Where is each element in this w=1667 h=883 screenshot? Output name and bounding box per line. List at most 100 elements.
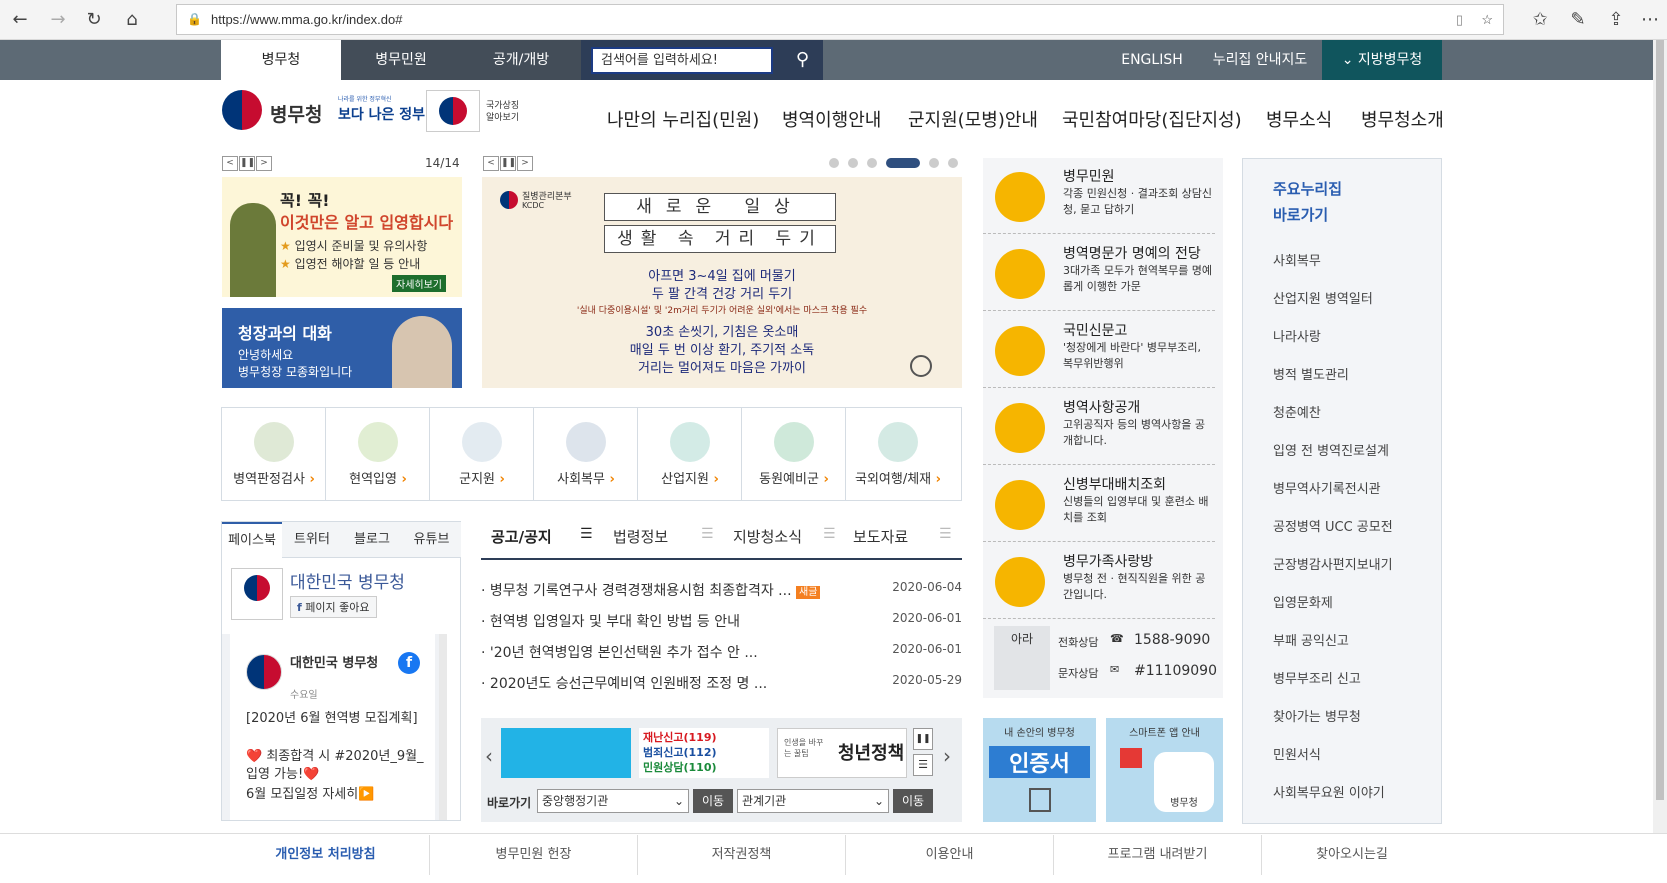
sitemap-link[interactable]: 누리집 안내지도 xyxy=(1200,40,1320,80)
tab-facebook[interactable]: 페이스북 xyxy=(222,522,282,558)
enlistment-banner[interactable]: 꼭! 꼭! 이것만은 알고 입영합시다 ★ 입영시 준비물 및 유의사항 ★ 입… xyxy=(222,177,462,297)
center-prev-icon[interactable]: < xyxy=(483,156,499,171)
favorites-icon[interactable]: ✩ xyxy=(1528,8,1552,32)
tab-youtube[interactable]: 유튜브 xyxy=(402,522,461,558)
zone-prev-icon[interactable]: ‹ xyxy=(485,744,493,768)
quick-link-item[interactable]: 청춘예찬 xyxy=(1273,402,1321,421)
nav-news[interactable]: 병무소식 xyxy=(1266,106,1332,132)
go-button-1[interactable]: 이동 xyxy=(693,789,733,813)
zone-next-icon[interactable]: › xyxy=(943,744,951,768)
post-author[interactable]: 대한민국 병무청 xyxy=(290,652,378,671)
post-scrollbar[interactable] xyxy=(439,634,447,820)
footer-usage[interactable]: 이용안내 xyxy=(846,835,1054,875)
tab-twitter[interactable]: 트위터 xyxy=(282,522,342,558)
footer-privacy[interactable]: 개인정보 처리방침 xyxy=(222,835,430,875)
mini-banner-1[interactable] xyxy=(501,728,631,778)
favorite-star-icon[interactable]: ☆ xyxy=(1481,5,1493,34)
search-input[interactable]: 검색어를 입력하세요! xyxy=(591,47,773,74)
center-next-icon[interactable]: > xyxy=(517,156,533,171)
quick-link-item[interactable]: 산업지원 병역일터 xyxy=(1273,288,1373,307)
nav-service-guide[interactable]: 병역이행안내 xyxy=(782,106,881,132)
quick-link-item[interactable]: 민원서식 xyxy=(1273,744,1321,763)
footer-download[interactable]: 프로그램 내려받기 xyxy=(1054,835,1262,875)
mini-banner-2[interactable]: 재난신고(119) 범죄신고(112) 민원상담(110) xyxy=(639,728,769,778)
quick-social-service[interactable]: 사회복무 › xyxy=(534,408,638,500)
quick-physical-exam[interactable]: 병역판정검사 › xyxy=(222,408,326,500)
regional-office-dropdown[interactable]: ⌄ 지방병무청 xyxy=(1322,40,1442,80)
service-civil[interactable]: 병무민원 각종 민원신청 · 결과조회 상담신청, 묻고 답하기 xyxy=(983,158,1215,234)
tab-press[interactable]: 보도자료 xyxy=(853,526,908,547)
tab-blog[interactable]: 블로그 xyxy=(342,522,402,558)
fb-page-name[interactable]: 대한민국 병무청 xyxy=(290,568,405,593)
footer-charter[interactable]: 병무민원 헌장 xyxy=(430,835,638,875)
pen-icon[interactable]: ✎ xyxy=(1566,8,1590,32)
quick-link-item[interactable]: 병무역사기록전시관 xyxy=(1273,478,1381,497)
notice-item[interactable]: · 2020년도 승선근무예비역 인원배정 조정 명 ... 2020-05-29 xyxy=(481,673,962,693)
quick-link-item[interactable]: 병적 별도관리 xyxy=(1273,364,1349,383)
footer-directions[interactable]: 찾아오시는길 xyxy=(1262,835,1442,875)
phone-number[interactable]: 1588-9090 xyxy=(1134,632,1210,648)
fb-page-avatar[interactable] xyxy=(231,568,283,620)
reading-view-icon[interactable]: ▯ xyxy=(1456,5,1463,34)
cert-banner[interactable]: 내 손안의 병무청 인증서 xyxy=(983,718,1096,822)
notice-menu-icon[interactable]: ☰ xyxy=(580,526,593,542)
service-disclosure[interactable]: 병역사항공개 고위공직자 등의 병역사항을 공개합니다. xyxy=(983,389,1215,465)
english-link[interactable]: ENGLISH xyxy=(1112,40,1192,80)
law-menu-icon[interactable]: ☰ xyxy=(701,526,714,542)
back-icon[interactable]: ← xyxy=(8,8,32,32)
nav-my-site[interactable]: 나만의 누리집(민원) xyxy=(607,106,759,132)
logo-text[interactable]: 병무청 xyxy=(270,100,322,127)
notice-item[interactable]: · '20년 현역병입영 본인선택원 추가 접수 안 ... 2020-06-01 xyxy=(481,642,962,662)
search-icon[interactable]: ⚲ xyxy=(783,40,822,80)
quick-link-item[interactable]: 나라사랑 xyxy=(1273,326,1321,345)
tab-regional[interactable]: 지방청소식 xyxy=(733,526,802,547)
related-agency-select[interactable]: 관계기관 ⌄ xyxy=(737,789,889,813)
quick-link-item[interactable]: 공정병역 UCC 공모전 xyxy=(1273,516,1393,535)
next-icon[interactable]: > xyxy=(256,156,272,171)
tab-open[interactable]: 공개/개방 xyxy=(461,40,581,80)
pause-icon[interactable]: ❚❚ xyxy=(239,156,255,171)
service-epeople[interactable]: 국민신문고 '청장에게 바란다' 병무부조리, 복무위반행위 xyxy=(983,312,1215,388)
more-button[interactable]: 자세히보기 xyxy=(392,275,446,292)
refresh-icon[interactable]: ↻ xyxy=(82,8,106,32)
press-menu-icon[interactable]: ☰ xyxy=(939,526,952,542)
quick-link-item[interactable]: 사회복무요원 이야기 xyxy=(1273,782,1385,801)
quick-reserve[interactable]: 동원예비군 › xyxy=(742,408,846,500)
quick-link-item[interactable]: 찾아가는 병무청 xyxy=(1273,706,1361,725)
covid-banner[interactable]: 질병관리본부 KCDC 새로운 일상 생활 속 거리 두기 아프면 3~4일 집… xyxy=(482,177,962,388)
sms-number[interactable]: #11109090 xyxy=(1134,663,1217,679)
quick-link-item[interactable]: 군장병감사편지보내기 xyxy=(1273,554,1393,573)
address-bar[interactable]: 🔒 https://www.mma.go.kr/index.do# ▯ ☆ xyxy=(176,4,1504,35)
central-agency-select[interactable]: 중앙행정기관 ⌄ xyxy=(537,789,689,813)
quick-overseas[interactable]: 국외여행/체재 › xyxy=(846,408,950,500)
home-icon[interactable]: ⌂ xyxy=(120,8,144,32)
quick-volunteer[interactable]: 군지원 › xyxy=(430,408,534,500)
share-icon[interactable]: ⇪ xyxy=(1604,8,1628,32)
regional-menu-icon[interactable]: ☰ xyxy=(823,526,836,542)
nav-enlist-guide[interactable]: 군지원(모병)안내 xyxy=(908,106,1038,132)
mini-banner-3[interactable]: 인생을 바꾸는 꿀팁 청년정책 xyxy=(777,728,907,778)
mma-logo-icon[interactable] xyxy=(222,90,262,130)
quick-industry[interactable]: 산업지원 › xyxy=(638,408,742,500)
national-symbol-link[interactable]: 국가상징 알아보기 xyxy=(486,100,526,124)
zone-pause-icon[interactable]: ❚❚ xyxy=(913,728,933,750)
quick-link-item[interactable]: 병무부조리 신고 xyxy=(1273,668,1361,687)
forward-icon[interactable]: → xyxy=(46,8,70,32)
fb-like-button[interactable]: f 페이지 좋아요 xyxy=(290,596,377,618)
flag-icon[interactable] xyxy=(426,90,480,132)
tab-civil[interactable]: 병무민원 xyxy=(341,40,461,80)
gov-slogan[interactable]: 보다 나은 정부 xyxy=(338,104,425,124)
service-unit-lookup[interactable]: 신병부대배치조회 신병들의 입영부대 및 훈련소 배치를 조회 xyxy=(983,466,1215,542)
notice-item[interactable]: · 병무청 기록연구사 경력경쟁채용시험 최종합격자 ... 새글 2020-06… xyxy=(481,580,962,600)
quick-link-item[interactable]: 부패 공익신고 xyxy=(1273,630,1349,649)
slide-indicators[interactable] xyxy=(829,158,959,168)
tab-mma[interactable]: 병무청 xyxy=(221,40,341,80)
nav-participation[interactable]: 국민참여마당(집단지성) xyxy=(1062,106,1242,132)
quick-link-item[interactable]: 입영문화제 xyxy=(1273,592,1333,611)
quick-link-item[interactable]: 입영 전 병역진로설계 xyxy=(1273,440,1389,459)
footer-copyright[interactable]: 저작권정책 xyxy=(638,835,846,875)
nav-about[interactable]: 병무청소개 xyxy=(1361,106,1444,132)
center-pause-icon[interactable]: ❚❚ xyxy=(500,156,516,171)
quick-link-item[interactable]: 사회복무 xyxy=(1273,250,1321,269)
service-hall-of-fame[interactable]: 병역명문가 명예의 전당 3대가족 모두가 현역복무를 명예롭게 이행한 가문 xyxy=(983,235,1215,311)
